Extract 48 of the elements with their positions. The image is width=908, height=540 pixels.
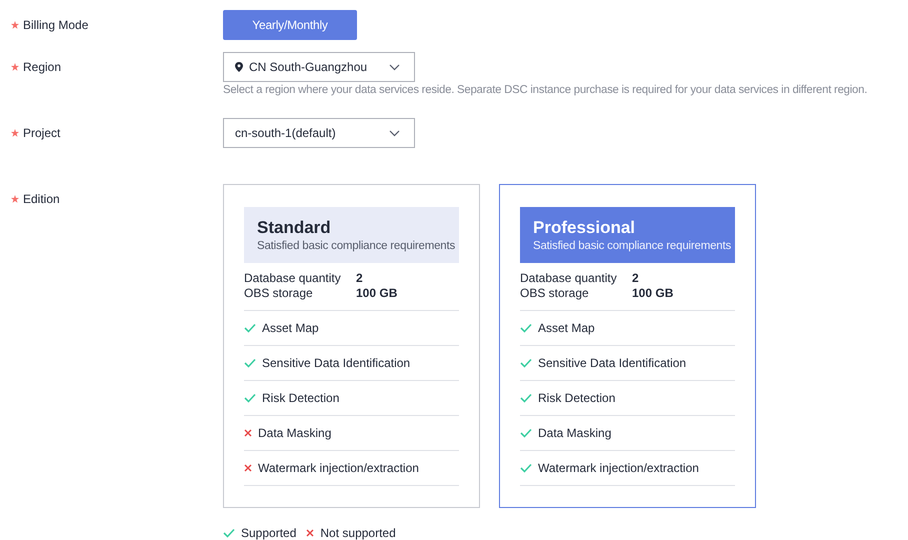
- cross-icon: [306, 529, 314, 537]
- chevron-down-icon: [389, 130, 400, 136]
- check-icon: [244, 393, 256, 403]
- check-icon: [223, 528, 235, 538]
- feature-label: Risk Detection: [262, 391, 340, 405]
- spec-value: 2: [356, 271, 363, 286]
- feature-label: Risk Detection: [538, 391, 616, 405]
- edition-card[interactable]: Standard Satisfied basic compliance requirements Database quantity 2 OBS storage 100 GB Asset Map Sensitive Data Identification Risk Detection Data Masking Watermark injection/extraction: [223, 184, 480, 508]
- feature-label: Watermark injection/extraction: [538, 461, 699, 475]
- check-icon: [520, 393, 532, 403]
- edition-card[interactable]: Professional Satisfied basic compliance requirements Database quantity 2 OBS storage 100 GB Asset Map Sensitive Data Identification Risk Detection Data Masking Watermark injection/extraction: [499, 184, 756, 508]
- cross-icon: [244, 464, 252, 472]
- hint-text: Select a region where your data services reside. Separate DSC instance purchase is required for your data services in different region.: [223, 84, 868, 96]
- feature-label: Asset Map: [538, 321, 595, 335]
- edition-title: Standard: [257, 218, 331, 238]
- spec-label: OBS storage: [244, 286, 313, 301]
- edition-description: Satisfied basic compliance requirements: [533, 239, 732, 254]
- edition-title: Professional: [533, 218, 636, 238]
- spec-value: 2: [632, 271, 639, 286]
- edition-description: Satisfied basic compliance requirements: [257, 239, 456, 254]
- legend-label: Supported: [241, 526, 296, 540]
- cross-icon: [244, 429, 252, 437]
- check-icon: [520, 428, 532, 438]
- dropdown-select[interactable]: cn-south-1(default): [223, 118, 415, 148]
- feature-label: Data Masking: [258, 426, 332, 440]
- spec-label: OBS storage: [520, 286, 589, 301]
- check-icon: [520, 358, 532, 368]
- field-label: Project: [23, 126, 60, 140]
- spec-label: Database quantity: [244, 271, 341, 286]
- check-icon: [520, 463, 532, 473]
- field-label: Region: [23, 60, 62, 74]
- check-icon: [244, 358, 256, 368]
- feature-label: Sensitive Data Identification: [262, 356, 410, 370]
- check-icon: [520, 323, 532, 333]
- spec-value: 100 GB: [356, 286, 398, 301]
- feature-label: Data Masking: [538, 426, 612, 440]
- check-icon: [244, 323, 256, 333]
- feature-label: Asset Map: [262, 321, 319, 335]
- billing-mode-button[interactable]: Yearly/Monthly: [223, 10, 357, 40]
- legend-label: Not supported: [320, 526, 396, 540]
- spec-label: Database quantity: [520, 271, 617, 286]
- feature-label: Watermark injection/extraction: [258, 461, 419, 475]
- field-label: Edition: [23, 192, 60, 206]
- feature-label: Sensitive Data Identification: [538, 356, 686, 370]
- chevron-down-icon: [389, 64, 400, 70]
- spec-value: 100 GB: [632, 286, 674, 301]
- field-label: Billing Mode: [23, 18, 88, 32]
- dropdown-select[interactable]: CN South-Guangzhou: [223, 52, 415, 82]
